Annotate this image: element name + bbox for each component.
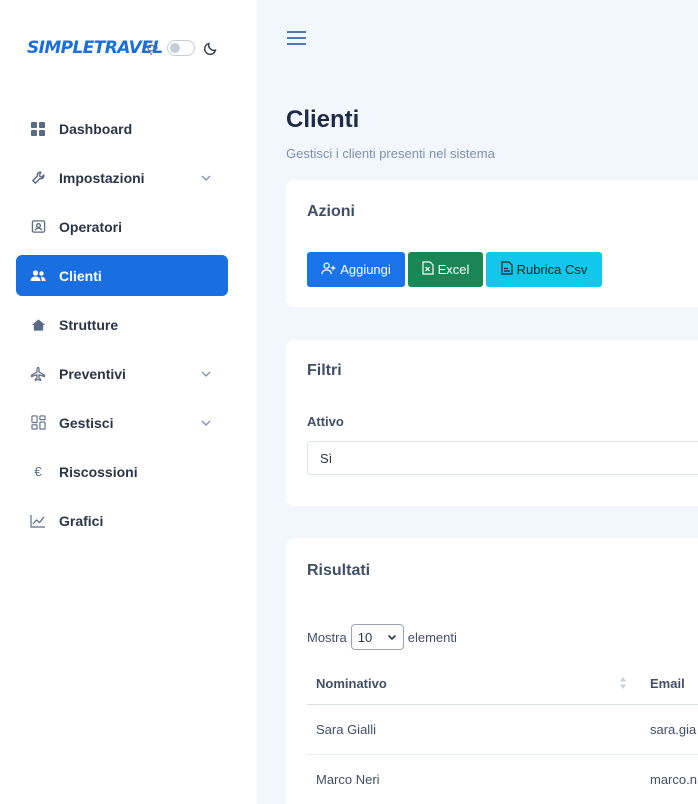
sidebar-item-dashboard[interactable]: Dashboard xyxy=(16,108,228,149)
table-header: Nominativo Email xyxy=(307,662,698,705)
attivo-select[interactable]: Sì xyxy=(307,441,698,475)
sidebar-item-strutture[interactable]: Strutture xyxy=(16,304,228,345)
sidebar-item-preventivi[interactable]: Preventivi xyxy=(16,353,228,394)
hamburger-icon[interactable] xyxy=(287,30,306,51)
sidebar: SIMPLETRAVEL Dashboard Impostazioni Oper… xyxy=(0,0,257,804)
actions-card: Azioni Aggiungi Excel Rubrica Csv xyxy=(286,180,698,307)
column-header-email[interactable]: Email xyxy=(650,676,685,691)
sidebar-item-impostazioni[interactable]: Impostazioni xyxy=(16,157,228,198)
sidebar-item-label: Clienti xyxy=(59,267,102,284)
page-length-value: 10 xyxy=(357,629,373,645)
dashboard-icon xyxy=(30,121,46,137)
sidebar-item-riscossioni[interactable]: € Riscossioni xyxy=(16,451,228,492)
sort-icon[interactable] xyxy=(619,676,627,695)
cell-email: marco.n xyxy=(650,772,697,787)
sidebar-item-label: Grafici xyxy=(59,512,104,529)
sidebar-item-label: Impostazioni xyxy=(59,169,145,186)
chevron-down-icon xyxy=(200,367,212,385)
id-badge-icon xyxy=(30,219,46,235)
results-title: Risultati xyxy=(307,562,371,579)
cell-nominativo: Marco Neri xyxy=(316,772,380,787)
show-label: Mostra xyxy=(307,629,347,645)
grid-icon xyxy=(30,415,46,431)
add-button[interactable]: Aggiungi xyxy=(307,252,405,287)
filters-title: Filtri xyxy=(307,362,342,379)
wrench-icon xyxy=(30,170,46,186)
column-header-nominativo[interactable]: Nominativo xyxy=(316,676,387,691)
plane-icon xyxy=(30,366,46,382)
euro-icon: € xyxy=(34,464,42,479)
page-length-control: Mostra 10 elementi xyxy=(307,624,457,650)
excel-button-label: Excel xyxy=(437,262,470,277)
cell-email: sara.gia xyxy=(650,722,697,737)
attivo-label: Attivo xyxy=(307,414,344,429)
chevron-down-icon xyxy=(200,416,212,434)
sidebar-item-gestisci[interactable]: Gestisci xyxy=(16,402,228,443)
home-icon xyxy=(30,317,46,333)
page-length-select[interactable]: 10 xyxy=(350,624,404,650)
sun-icon xyxy=(143,40,159,56)
sidebar-item-label: Strutture xyxy=(59,316,119,333)
results-card: Risultati Mostra 10 elementi Nominativo … xyxy=(286,538,698,804)
chart-line-icon xyxy=(30,513,46,529)
excel-file-icon xyxy=(421,261,434,278)
sidebar-item-label: Operatori xyxy=(59,218,123,235)
sidebar-item-label: Preventivi xyxy=(59,365,126,382)
rubrica-csv-button[interactable]: Rubrica Csv xyxy=(486,252,602,287)
page-subtitle: Gestisci i clienti presenti nel sistema xyxy=(286,146,495,161)
results-table: Nominativo Email Sara Gialli sara.gia Ma… xyxy=(307,662,698,804)
elements-label: elementi xyxy=(407,629,457,645)
sidebar-item-label: Riscossioni xyxy=(59,463,138,480)
sidebar-item-label: Dashboard xyxy=(59,120,133,137)
chevron-down-icon xyxy=(200,171,212,189)
sidebar-item-operatori[interactable]: Operatori xyxy=(16,206,228,247)
theme-toggle[interactable] xyxy=(167,40,195,56)
cell-nominativo: Sara Gialli xyxy=(316,722,376,737)
excel-button[interactable]: Excel xyxy=(408,252,483,287)
user-plus-icon xyxy=(321,262,336,278)
users-icon xyxy=(30,268,46,284)
chevron-down-icon xyxy=(387,630,397,645)
add-button-label: Aggiungi xyxy=(340,262,391,277)
filters-card: Filtri Attivo Sì xyxy=(286,340,698,506)
rubrica-csv-button-label: Rubrica Csv xyxy=(516,262,588,277)
moon-icon xyxy=(203,40,219,56)
sidebar-item-label: Gestisci xyxy=(59,414,114,431)
sidebar-nav: Dashboard Impostazioni Operatori Clienti xyxy=(16,108,228,549)
sidebar-item-clienti[interactable]: Clienti xyxy=(16,255,228,296)
csv-file-icon xyxy=(500,261,513,278)
theme-switcher xyxy=(143,40,219,56)
actions-title: Azioni xyxy=(307,203,355,220)
sidebar-item-grafici[interactable]: Grafici xyxy=(16,500,228,541)
page-title: Clienti xyxy=(286,106,360,133)
table-row[interactable]: Sara Gialli sara.gia xyxy=(307,705,698,755)
table-row[interactable]: Marco Neri marco.n xyxy=(307,755,698,804)
main-content: Clienti Gestisci i clienti presenti nel … xyxy=(257,0,698,804)
